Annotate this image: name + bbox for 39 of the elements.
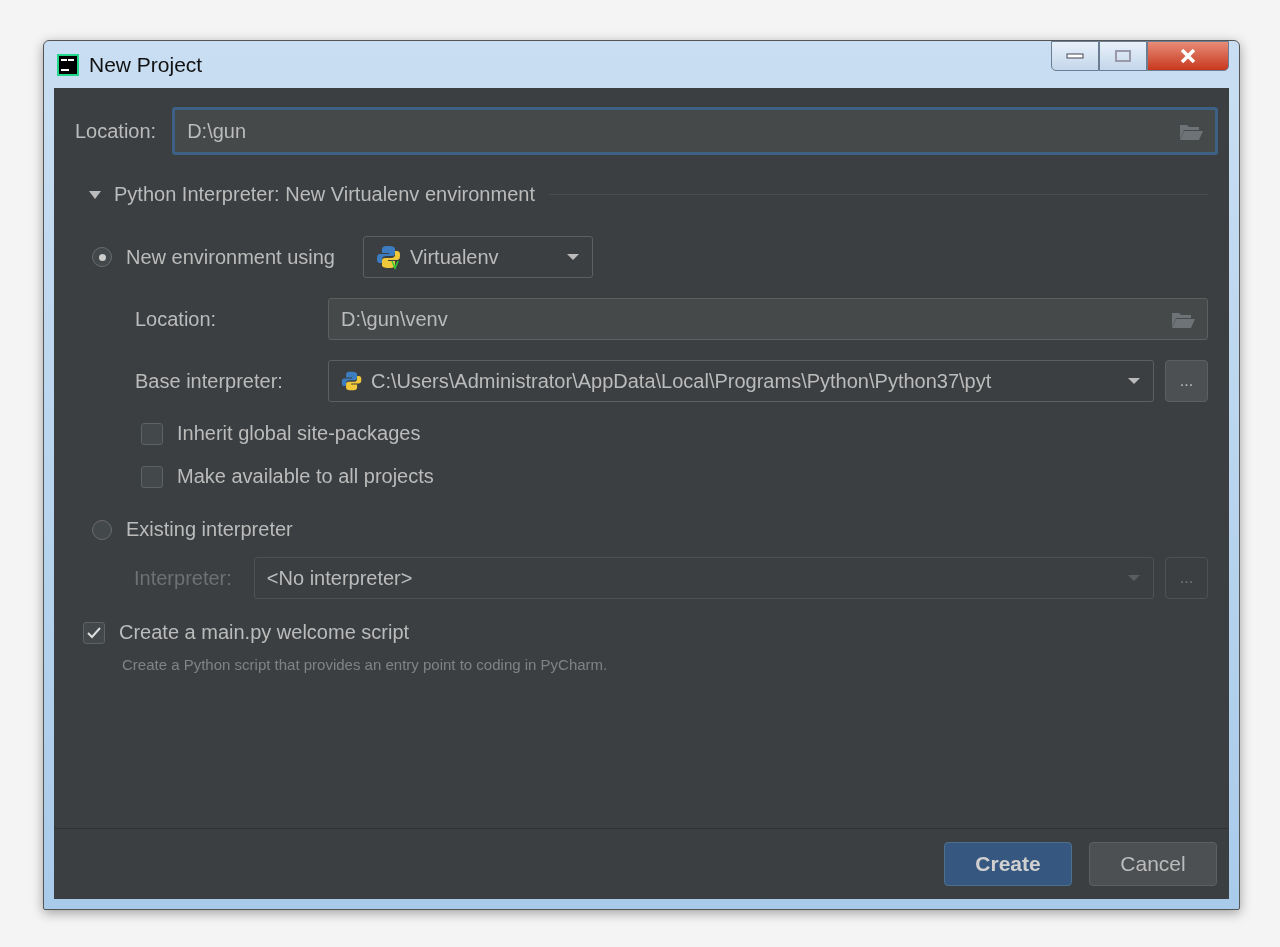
- description-text: Create a Python script that provides an entry point to coding in PyCharm.: [122, 656, 609, 673]
- location-field[interactable]: D:\gun: [172, 107, 1218, 155]
- python-icon: [376, 244, 402, 270]
- close-button[interactable]: [1147, 41, 1229, 71]
- checkbox[interactable]: [141, 422, 163, 445]
- venv-location-field[interactable]: D:\gun\venv: [328, 298, 1208, 340]
- radio-button[interactable]: [92, 519, 112, 540]
- field-label: Base interpreter:: [135, 369, 284, 393]
- maximize-button[interactable]: [1099, 41, 1147, 71]
- triangle-icon: [88, 189, 102, 200]
- dialog-button[interactable]: Create: [944, 842, 1072, 886]
- minimize-button[interactable]: [1051, 41, 1099, 71]
- checkbox-label: Make available to all projects: [177, 465, 434, 488]
- checkbox-label: Create a main.py welcome script: [119, 621, 410, 644]
- dropdown-arrow-icon: [1127, 574, 1141, 582]
- radio-label: New environment using: [126, 245, 335, 269]
- folder-icon: [1171, 310, 1195, 328]
- checkbox-label: Inherit global site-packages: [177, 422, 421, 445]
- app-logo-icon: [57, 53, 79, 76]
- minimize-icon: [1066, 53, 1084, 59]
- checkbox[interactable]: [141, 465, 163, 488]
- field-label: Location:: [135, 307, 218, 331]
- radio-button[interactable]: [92, 247, 112, 267]
- checkmark-icon: [87, 626, 101, 639]
- section-toggle[interactable]: Python Interpreter: New Virtualenv environment: [88, 183, 535, 206]
- maximize-icon: [1115, 50, 1131, 62]
- environment-dropdown[interactable]: Virtualenv: [363, 236, 593, 278]
- base-interpreter-dropdown[interactable]: C:\Users\Administrator\AppData\Local\Programs\Python\Python37\pyt: [328, 360, 1154, 402]
- dialog-button[interactable]: Cancel: [1089, 842, 1217, 886]
- window-title: New Project: [89, 52, 203, 77]
- dropdown-arrow-icon: [1127, 377, 1141, 385]
- browse-button[interactable]: ...: [1165, 360, 1208, 402]
- field-label: Location:: [75, 119, 157, 143]
- python-icon: [341, 370, 363, 392]
- folder-icon: [1179, 122, 1203, 140]
- dropdown-arrow-icon: [566, 253, 580, 261]
- radio-label: Existing interpreter: [126, 518, 293, 541]
- checkbox[interactable]: [83, 621, 105, 644]
- close-icon: [1180, 49, 1196, 63]
